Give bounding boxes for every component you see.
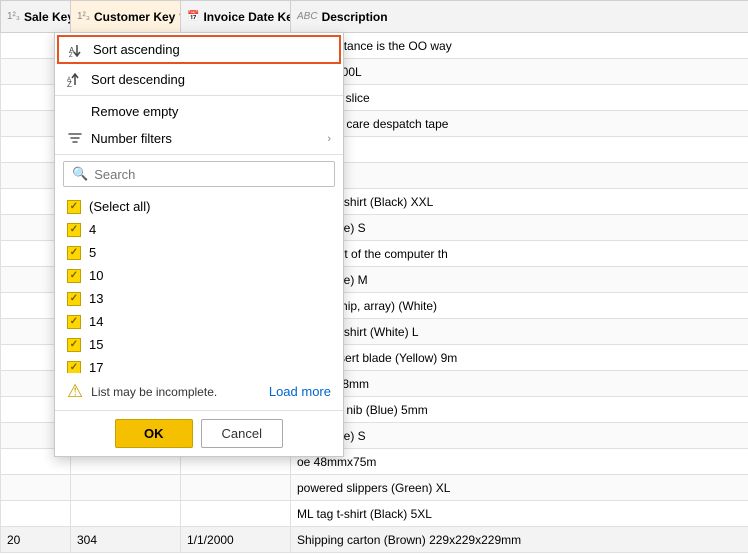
checkbox-item[interactable]: ✓ 15 bbox=[55, 333, 343, 356]
cell-desc: vare: part of the computer th bbox=[291, 241, 748, 267]
checkbox-item[interactable]: ✓ 14 bbox=[55, 310, 343, 333]
table-row: ML tag t-shirt (Black) 5XL bbox=[1, 501, 748, 527]
col-header-invoice[interactable]: 📅 Invoice Date Key ▾ bbox=[181, 1, 291, 33]
ok-button[interactable]: OK bbox=[115, 419, 193, 448]
checkbox-label: 17 bbox=[89, 360, 103, 373]
checkbox-box: ✓ bbox=[67, 246, 81, 260]
footer-invoice: 1/1/2000 bbox=[181, 527, 291, 553]
col-label-desc: Description bbox=[322, 10, 388, 24]
cell-desc: White) 400L bbox=[291, 59, 748, 85]
footer-sale: 20 bbox=[1, 527, 71, 553]
search-input[interactable] bbox=[94, 167, 326, 182]
checkbox-box: ✓ bbox=[67, 269, 81, 283]
col-type-sale: 1²₃ bbox=[7, 11, 20, 22]
cell-desc: e - pizza slice bbox=[291, 85, 748, 111]
number-filters-label: Number filters bbox=[91, 131, 172, 146]
svg-text:Z: Z bbox=[67, 80, 72, 87]
cell-desc: cket (Blue) S bbox=[291, 215, 748, 241]
cancel-button[interactable]: Cancel bbox=[201, 419, 283, 448]
number-filters-item[interactable]: Number filters › bbox=[55, 125, 343, 152]
cell-desc: (Pink) M bbox=[291, 163, 748, 189]
cell-desc: lass with care despatch tape bbox=[291, 111, 748, 137]
col-type-desc: ABC bbox=[297, 11, 318, 22]
col-label-invoice: Invoice Date Key bbox=[203, 10, 290, 24]
table-row: powered slippers (Green) XL bbox=[1, 475, 748, 501]
checkbox-item[interactable]: ✓ 5 bbox=[55, 241, 343, 264]
checkbox-item[interactable]: ✓ 17 bbox=[55, 356, 343, 373]
cell-customer bbox=[71, 501, 181, 527]
col-type-invoice: 📅 bbox=[187, 11, 199, 22]
menu-divider-1 bbox=[55, 95, 343, 96]
menu-divider-2 bbox=[55, 154, 343, 155]
number-filters-icon bbox=[67, 132, 83, 146]
action-row: OK Cancel bbox=[55, 410, 343, 456]
col-header-description[interactable]: ABC Description bbox=[291, 1, 748, 33]
checkbox-box: ✓ bbox=[67, 361, 81, 374]
sort-descending-label: Sort descending bbox=[91, 72, 185, 87]
cell-sale bbox=[1, 501, 71, 527]
checkbox-box: ✓ bbox=[67, 338, 81, 352]
checkbox-item[interactable]: ✓ 4 bbox=[55, 218, 343, 241]
search-icon: 🔍 bbox=[72, 166, 88, 182]
cell-desc: powered slippers (Green) XL bbox=[291, 475, 748, 501]
sort-descending-item[interactable]: A Z Sort descending bbox=[55, 66, 343, 93]
checkbox-label: 4 bbox=[89, 222, 96, 237]
cell-desc: ML tag t-shirt (White) L bbox=[291, 319, 748, 345]
checkbox-item[interactable]: ✓ 10 bbox=[55, 264, 343, 287]
cell-desc: oe 48mmx75m bbox=[291, 449, 748, 475]
checkbox-label: 10 bbox=[89, 268, 103, 283]
cell-invoice bbox=[181, 475, 291, 501]
filter-dropdown: A Z Sort ascending A Z Sort descending bbox=[54, 32, 344, 457]
checkbox-label: 15 bbox=[89, 337, 103, 352]
load-more-button[interactable]: Load more bbox=[269, 384, 331, 399]
checkbox-label: 13 bbox=[89, 291, 103, 306]
sort-asc-icon: A Z bbox=[69, 43, 85, 57]
checkbox-box: ✓ bbox=[67, 315, 81, 329]
warning-icon: ⚠ bbox=[67, 381, 83, 402]
checkbox-select-all-box: ✓ bbox=[67, 200, 81, 214]
checkbox-label: 5 bbox=[89, 245, 96, 260]
sort-ascending-item[interactable]: A Z Sort ascending bbox=[57, 35, 341, 64]
footer-row: 20 304 1/1/2000 Shipping carton (Brown) … bbox=[1, 527, 748, 553]
cell-invoice bbox=[181, 501, 291, 527]
checkbox-box: ✓ bbox=[67, 223, 81, 237]
grid-container: 1²₃ Sale Key ▾ 1²₃ Customer Key ▾ 📅 bbox=[0, 0, 748, 554]
remove-empty-label: Remove empty bbox=[91, 104, 178, 119]
col-type-customer: 1²₃ bbox=[77, 11, 90, 22]
select-all-label: (Select all) bbox=[89, 199, 150, 214]
checkbox-list: ✓ (Select all) ✓ 4 ✓ 5 ✓ 10 ✓ 13 ✓ 14 bbox=[55, 193, 343, 373]
checkbox-item[interactable]: ✓ 13 bbox=[55, 287, 343, 310]
svg-text:Z: Z bbox=[69, 53, 73, 57]
cell-desc: ML tag t-shirt (Black) XXL bbox=[291, 189, 748, 215]
search-box: 🔍 bbox=[63, 161, 335, 187]
checkbox-label: 14 bbox=[89, 314, 103, 329]
checkbox-box: ✓ bbox=[67, 292, 81, 306]
col-label-sale: Sale Key bbox=[24, 10, 71, 24]
remove-empty-item[interactable]: Remove empty bbox=[55, 98, 343, 125]
col-header-sale[interactable]: 1²₃ Sale Key ▾ bbox=[1, 1, 71, 33]
checkbox-select-all[interactable]: ✓ (Select all) bbox=[55, 195, 343, 218]
col-label-customer: Customer Key bbox=[94, 10, 175, 24]
cell-desc: blades 18mm bbox=[291, 371, 748, 397]
cell-desc: ML tag t-shirt (Black) 5XL bbox=[291, 501, 748, 527]
footer-desc: Shipping carton (Brown) 229x229x229mm bbox=[291, 527, 748, 553]
cell-desc: g - (hip, hip, array) (White) bbox=[291, 293, 748, 319]
cell-desc: g - inheritance is the OO way bbox=[291, 33, 748, 59]
cell-customer bbox=[71, 475, 181, 501]
number-filters-chevron: › bbox=[327, 133, 331, 145]
cell-desc: (Gray) S bbox=[291, 137, 748, 163]
footer-customer: 304 bbox=[71, 527, 181, 553]
header-row: 1²₃ Sale Key ▾ 1²₃ Customer Key ▾ 📅 bbox=[1, 1, 748, 33]
sort-desc-icon: A Z bbox=[67, 73, 83, 87]
cell-desc: metal insert blade (Yellow) 9m bbox=[291, 345, 748, 371]
sort-ascending-label: Sort ascending bbox=[93, 42, 180, 57]
warning-text: List may be incomplete. bbox=[91, 385, 217, 399]
cell-sale bbox=[1, 475, 71, 501]
col-header-customer[interactable]: 1²₃ Customer Key ▾ bbox=[71, 1, 181, 33]
warning-row: ⚠ List may be incomplete. Load more bbox=[55, 373, 343, 410]
cell-desc: cket (Blue) M bbox=[291, 267, 748, 293]
cell-desc: cket (Blue) S bbox=[291, 423, 748, 449]
cell-desc: lue 5mm nib (Blue) 5mm bbox=[291, 397, 748, 423]
